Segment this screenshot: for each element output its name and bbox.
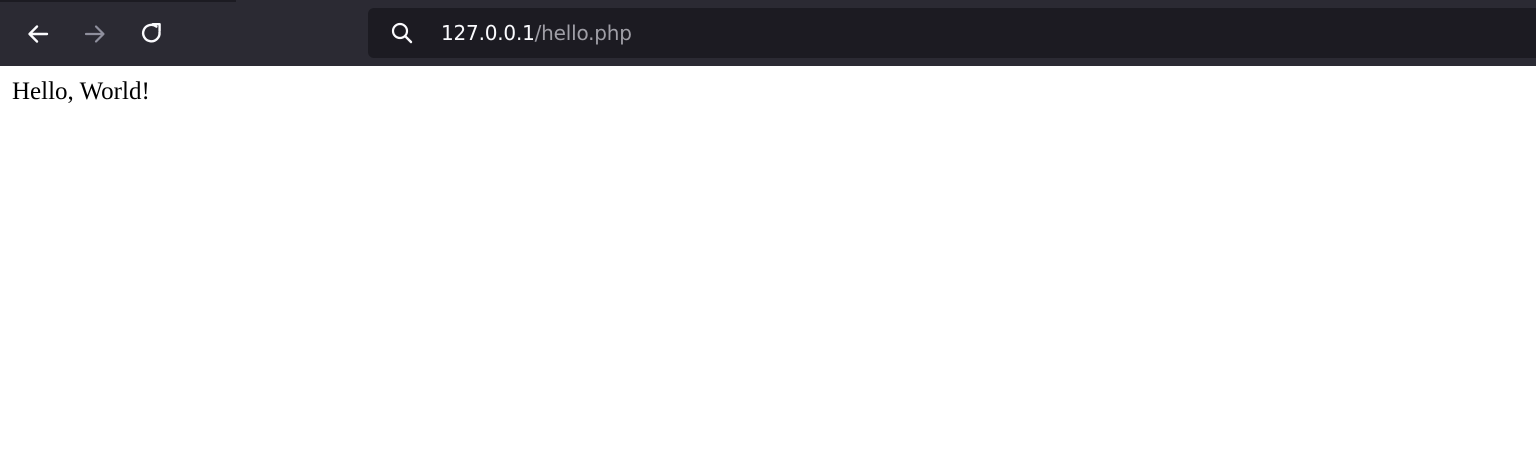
url-host: 127.0.0.1	[441, 21, 535, 45]
browser-toolbar: 127.0.0.1/hello.php	[0, 0, 1536, 66]
arrow-right-icon	[82, 21, 108, 47]
url-path: /hello.php	[534, 21, 632, 45]
address-bar[interactable]: 127.0.0.1/hello.php	[368, 8, 1536, 58]
hello-world-text: Hello, World!	[12, 78, 150, 105]
reload-icon	[139, 21, 165, 47]
reload-button[interactable]	[132, 14, 172, 54]
tab-strip-edge	[0, 0, 236, 2]
search-icon	[390, 21, 414, 45]
url-text[interactable]: 127.0.0.1/hello.php	[441, 20, 632, 46]
back-button[interactable]	[18, 14, 58, 54]
forward-button[interactable]	[75, 14, 115, 54]
arrow-left-icon	[25, 21, 51, 47]
page-content: Hello, World!	[0, 66, 1536, 464]
